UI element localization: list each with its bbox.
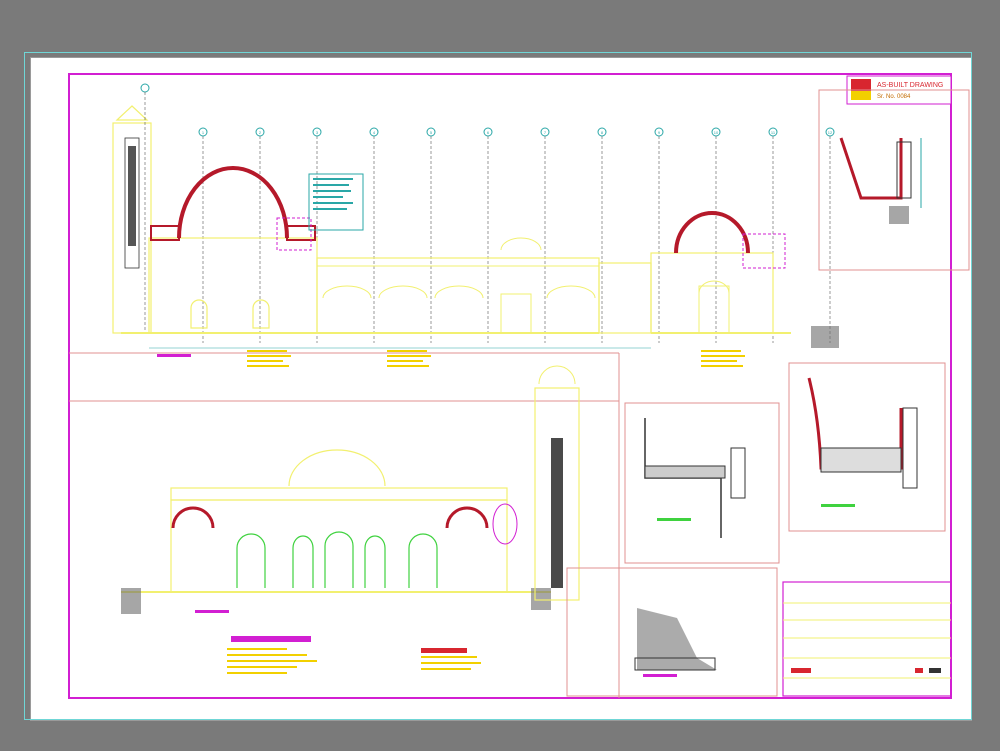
grid-label: 9: [658, 130, 661, 135]
grid-label: 12: [828, 130, 833, 135]
section-elevation-bottom: [121, 365, 580, 614]
detail-frame-2: [788, 362, 946, 532]
title-serial: Sr. No. 0084: [877, 94, 911, 100]
cad-drawing: AS-BUILT DRAWING Sr. No. 0084 1234567891…: [68, 73, 970, 699]
section-label: [195, 610, 229, 613]
detail-frame-4: [566, 567, 778, 697]
hall-arches: [322, 285, 596, 299]
grid-marker: 7: [540, 127, 550, 343]
grid-columns: 1 2 3 4 5 6 7 8 9 10 11 12: [198, 127, 835, 343]
detail-frame-3: [624, 402, 780, 564]
grid-label: 3: [316, 130, 319, 135]
grid-label: 4: [373, 130, 376, 135]
grid-marker: 6: [483, 127, 493, 343]
grid-label: 8: [601, 130, 604, 135]
grid-label: 5: [430, 130, 433, 135]
grid-marker: 5: [426, 127, 436, 343]
grid-label: 1: [202, 130, 205, 135]
section-label: [157, 354, 191, 357]
grid-marker: 2: [255, 127, 265, 343]
grid-label: 10: [714, 130, 719, 135]
grid-label: 7: [544, 130, 547, 135]
grid-label: 2: [259, 130, 262, 135]
detail-frame-1: [818, 89, 970, 271]
grid-label: 6: [487, 130, 490, 135]
grid-marker: 10: [711, 127, 721, 343]
grid-marker: 9: [654, 127, 664, 343]
grid-marker: 12: [825, 127, 835, 343]
grid-label: 11: [771, 130, 776, 135]
title-heading: AS-BUILT DRAWING: [877, 82, 943, 89]
grid-marker: 1: [198, 127, 208, 343]
grid-marker: 4: [369, 127, 379, 343]
section-elevation-top: [112, 83, 839, 349]
bottom-title-block: [782, 581, 952, 697]
general-notes: [227, 636, 481, 674]
